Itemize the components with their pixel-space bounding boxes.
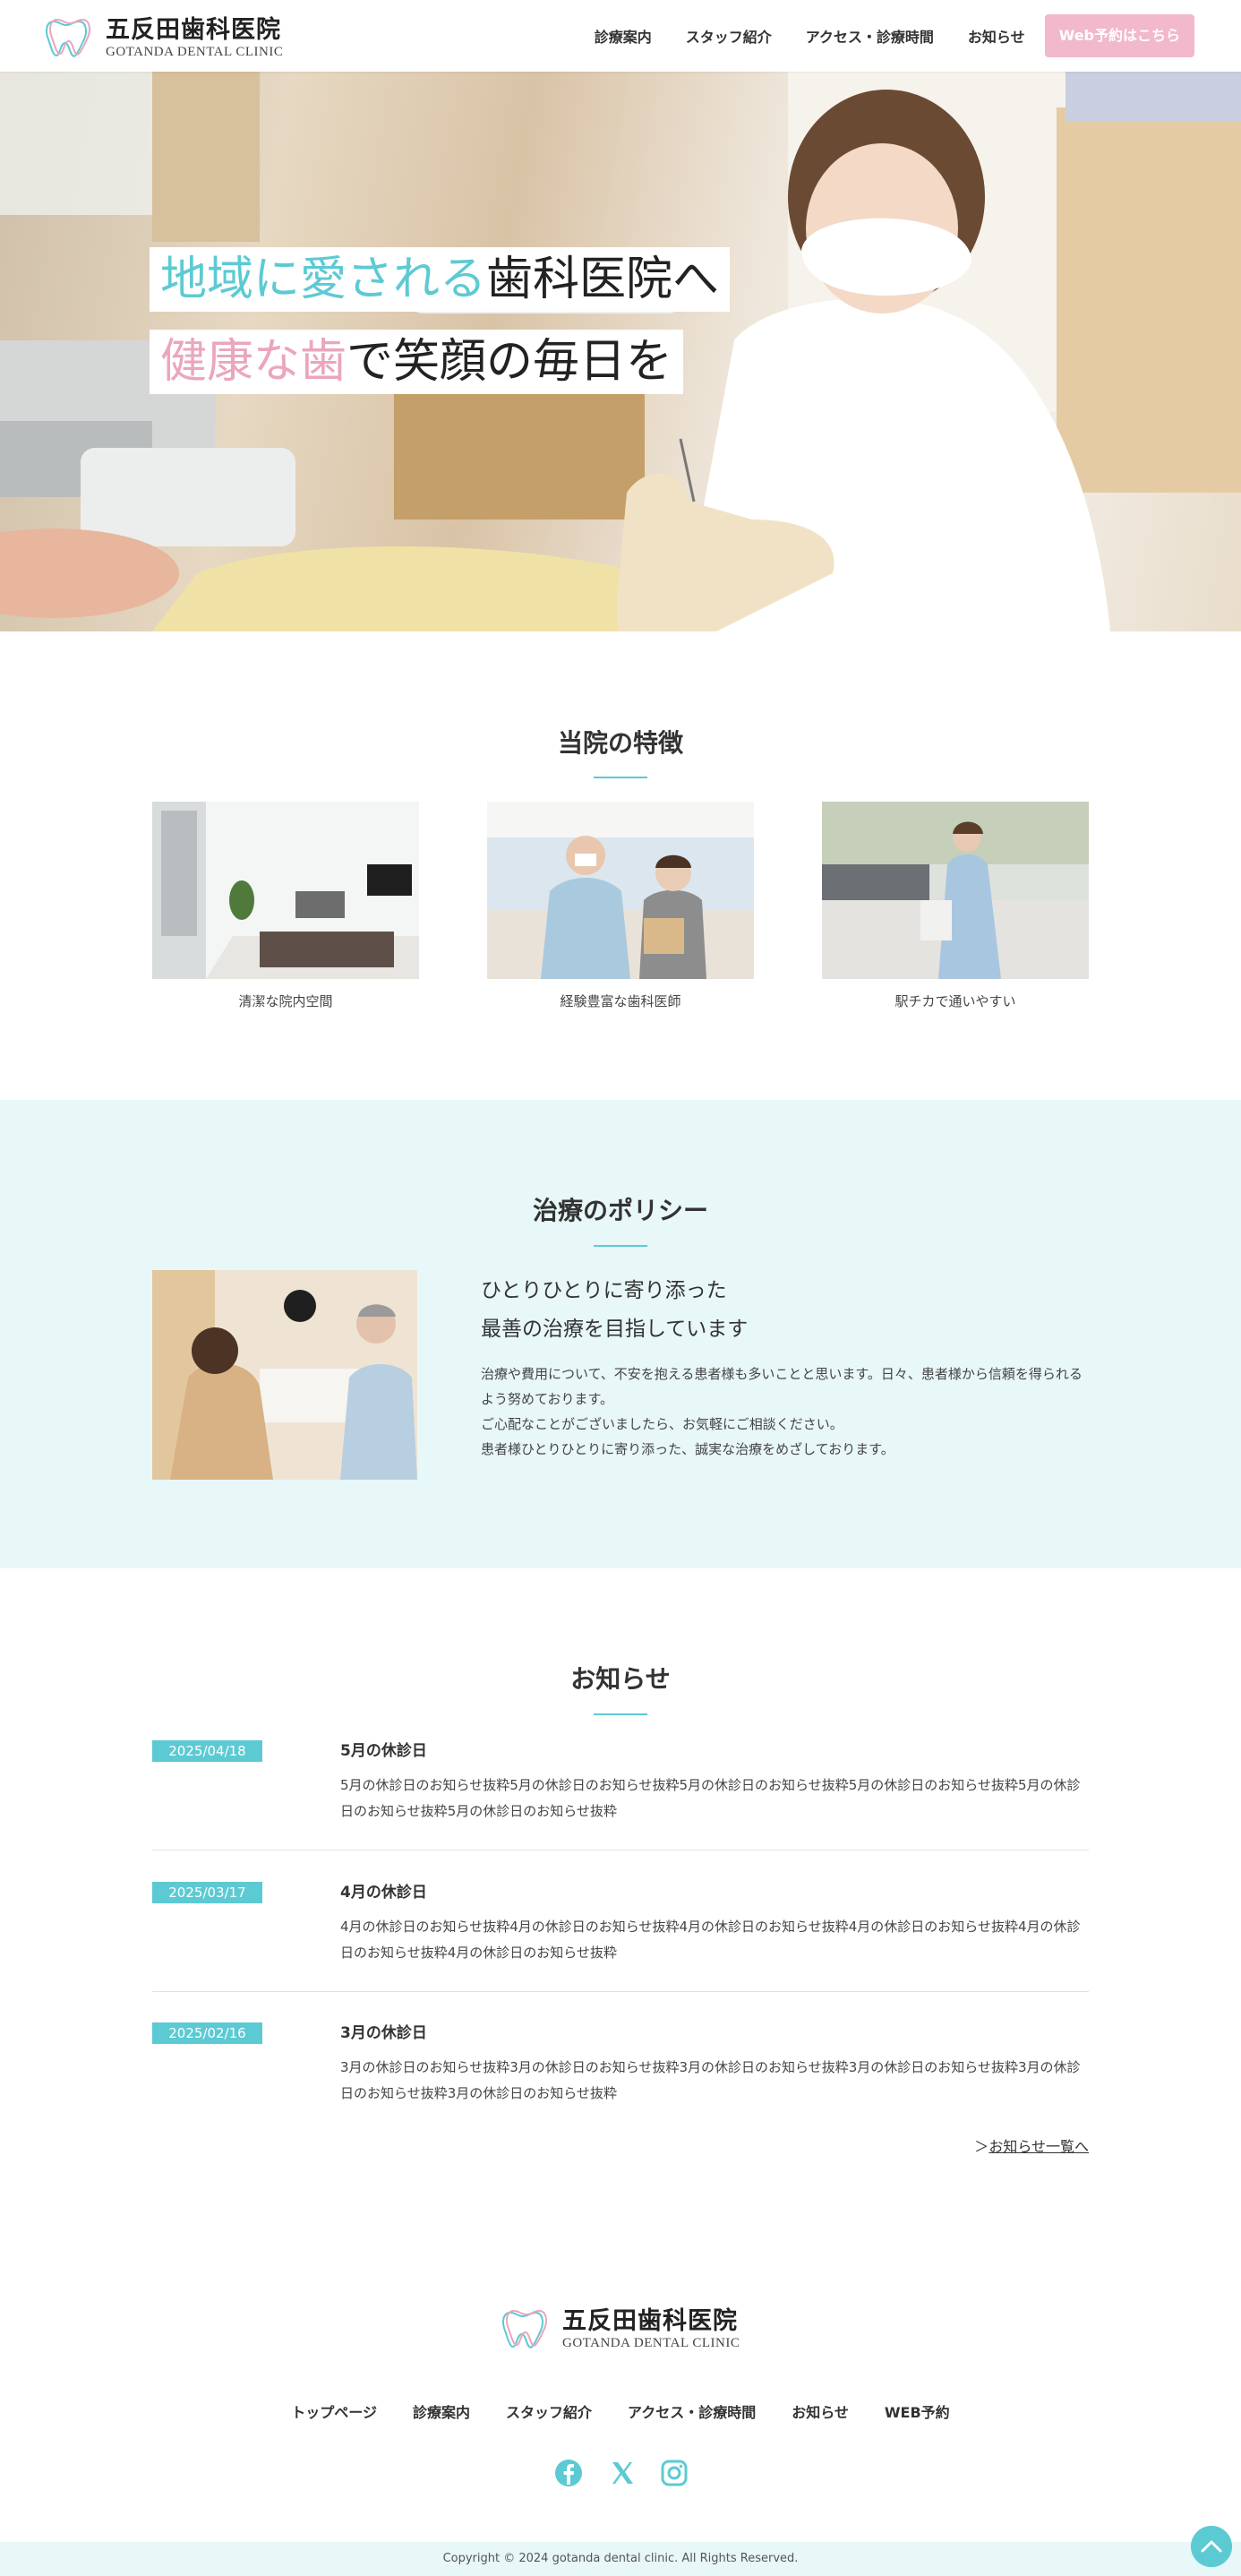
footer-link-top[interactable]: トップページ bbox=[291, 2400, 377, 2422]
nav-link-access[interactable]: アクセス・診療時間 bbox=[806, 25, 934, 47]
news-date: 2025/03/17 bbox=[152, 1882, 262, 1903]
site-logo[interactable]: 五反田歯科医院 GOTANDA DENTAL CLINIC bbox=[43, 14, 283, 61]
footer-link-services[interactable]: 診療案内 bbox=[413, 2400, 470, 2422]
news-list-link-prefix: ＞ bbox=[974, 2138, 989, 2155]
site-header: 五反田歯科医院 GOTANDA DENTAL CLINIC 診療案内 スタッフ紹… bbox=[0, 0, 1241, 72]
instagram-icon[interactable] bbox=[659, 2458, 689, 2488]
hero-heading-line2-rest: で笑顔の毎日を bbox=[347, 335, 673, 389]
feature-caption-station: 駅チカで通いやすい bbox=[894, 993, 1016, 1009]
hero-heading-line2-accent: 健康な歯 bbox=[160, 335, 347, 389]
news-item-excerpt: 4月の休診日のお知らせ抜粋4月の休診日のお知らせ抜粋4月の休診日のお知らせ抜粋4… bbox=[340, 1919, 1081, 1961]
nav-link-services[interactable]: 診療案内 bbox=[595, 25, 652, 47]
feature-card-station: 駅チカで通いやすい bbox=[822, 802, 1089, 1010]
news-item-title[interactable]: 5月の休診日 bbox=[340, 1740, 427, 1762]
logo-subtitle: GOTANDA DENTAL CLINIC bbox=[106, 45, 284, 59]
facebook-icon[interactable] bbox=[553, 2458, 584, 2488]
footer-link-access[interactable]: アクセス・診療時間 bbox=[628, 2400, 756, 2422]
news-date: 2025/02/16 bbox=[152, 2022, 262, 2044]
hero-heading-line1: 地域に愛される歯科医院へ bbox=[150, 247, 731, 312]
news-item-excerpt: 5月の休診日のお知らせ抜粋5月の休診日のお知らせ抜粋5月の休診日のお知らせ抜粋5… bbox=[340, 1777, 1081, 1819]
news-list-link[interactable]: ＞お知らせ一覧へ bbox=[974, 2134, 1089, 2156]
main-nav: 診療案内 スタッフ紹介 アクセス・診療時間 お知らせ Web予約はこちら bbox=[595, 0, 1241, 72]
footer-logo[interactable]: 五反田歯科医院 GOTANDA DENTAL CLINIC bbox=[500, 2306, 740, 2352]
hero-heading-line1-accent: 地域に愛される bbox=[160, 253, 487, 306]
policy-heading-line1: ひとりひとりに寄り添った bbox=[481, 1279, 727, 1302]
feature-image-clean-room bbox=[152, 802, 419, 979]
hero-heading-line1-rest: 歯科医院へ bbox=[486, 253, 720, 306]
footer-logo-title: 五反田歯科医院 bbox=[562, 2307, 738, 2335]
tooth-logo-icon bbox=[46, 18, 90, 57]
back-to-top-button[interactable] bbox=[1191, 2526, 1232, 2567]
feature-card-doctors: 経験豊富な歯科医師 bbox=[487, 802, 754, 1010]
copyright: Copyright © 2024 gotanda dental clinic. … bbox=[0, 2542, 1241, 2576]
footer-logo-subtitle: GOTANDA DENTAL CLINIC bbox=[562, 2336, 740, 2350]
footer-link-staff[interactable]: スタッフ紹介 bbox=[506, 2400, 592, 2422]
web-reservation-button[interactable]: Web予約はこちら bbox=[1044, 14, 1194, 57]
tooth-logo-icon bbox=[502, 2309, 547, 2348]
feature-caption-doctors: 経験豊富な歯科医師 bbox=[560, 993, 681, 1009]
feature-image-doctors bbox=[487, 802, 754, 979]
hero-section: 地域に愛される歯科医院へ 健康な歯で笑顔の毎日を bbox=[0, 72, 1241, 631]
feature-image-station bbox=[822, 802, 1089, 979]
policy-title-underline bbox=[594, 1245, 647, 1247]
footer-nav: トップページ 診療案内 スタッフ紹介 アクセス・診療時間 お知らせ WEB予約 bbox=[0, 2400, 1241, 2422]
news-title: お知らせ bbox=[570, 1664, 671, 1694]
news-item-excerpt: 3月の休診日のお知らせ抜粋3月の休診日のお知らせ抜粋3月の休診日のお知らせ抜粋3… bbox=[340, 2059, 1081, 2101]
features-title-underline bbox=[594, 777, 647, 778]
footer-link-web-reservation[interactable]: WEB予約 bbox=[885, 2400, 950, 2422]
policy-text-paragraph2: ご心配なことがございましたら、お気軽にご相談ください。 bbox=[481, 1416, 843, 1432]
policy-heading: ひとりひとりに寄り添った 最善の治療を目指しています bbox=[481, 1272, 748, 1349]
policy-image-consultation bbox=[152, 1270, 417, 1480]
features-title: 当院の特徴 bbox=[557, 728, 683, 758]
footer-link-news[interactable]: お知らせ bbox=[792, 2400, 849, 2422]
x-icon[interactable] bbox=[607, 2458, 638, 2488]
policy-text: 治療や費用について、不安を抱える患者様も多いことと思います。日々、患者様から信頼… bbox=[481, 1361, 1090, 1462]
news-item-title[interactable]: 4月の休診日 bbox=[340, 1882, 427, 1903]
policy-text-paragraph1: 治療や費用について、不安を抱える患者様も多いことと思います。日々、患者様から信頼… bbox=[481, 1366, 1083, 1407]
news-list-link-label: お知らせ一覧へ bbox=[989, 2138, 1089, 2155]
news-title-underline bbox=[594, 1713, 647, 1715]
feature-caption-clean: 清潔な院内空間 bbox=[238, 993, 333, 1009]
news-item-title[interactable]: 3月の休診日 bbox=[340, 2022, 427, 2044]
nav-link-staff[interactable]: スタッフ紹介 bbox=[686, 25, 772, 47]
nav-link-news[interactable]: お知らせ bbox=[968, 25, 1025, 47]
news-date: 2025/04/18 bbox=[152, 1740, 262, 1762]
policy-heading-line2: 最善の治療を目指しています bbox=[481, 1318, 749, 1341]
news-divider bbox=[152, 1991, 1089, 1992]
logo-title: 五反田歯科医院 bbox=[106, 16, 281, 44]
feature-card-clean: 清潔な院内空間 bbox=[152, 802, 419, 1010]
policy-title: 治療のポリシー bbox=[532, 1196, 708, 1225]
hero-heading-line2: 健康な歯で笑顔の毎日を bbox=[150, 330, 684, 394]
policy-text-paragraph3: 患者様ひとりひとりに寄り添った、誠実な治療をめざしております。 bbox=[481, 1441, 894, 1457]
